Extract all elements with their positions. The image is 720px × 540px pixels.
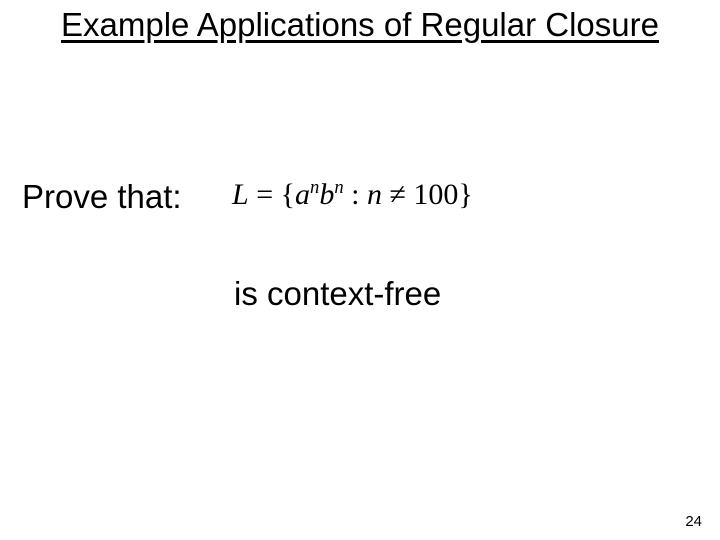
formula-neq: ≠: [382, 178, 413, 211]
slide: Example Applications of Regular Closure …: [0, 0, 720, 540]
formula-b-exp: n: [334, 177, 343, 198]
prove-label: Prove that:: [22, 178, 182, 216]
formula-a: a: [295, 178, 310, 211]
page-number: 24: [685, 513, 702, 530]
formula-b: b: [319, 178, 334, 211]
formula-cond-val: 100: [413, 178, 458, 211]
formula-cond-var: n: [367, 178, 382, 211]
formula-equals: =: [249, 178, 281, 211]
formula-lbrace: {: [281, 178, 295, 211]
conclusion-text: is context-free: [234, 275, 441, 313]
formula-lhs: L: [232, 178, 249, 211]
formula-rbrace: }: [458, 178, 472, 211]
slide-title: Example Applications of Regular Closure: [0, 6, 720, 44]
language-definition-formula: L = {anbn : n ≠ 100}: [232, 178, 473, 212]
formula-a-exp: n: [310, 177, 319, 198]
formula-colon: :: [344, 178, 367, 211]
